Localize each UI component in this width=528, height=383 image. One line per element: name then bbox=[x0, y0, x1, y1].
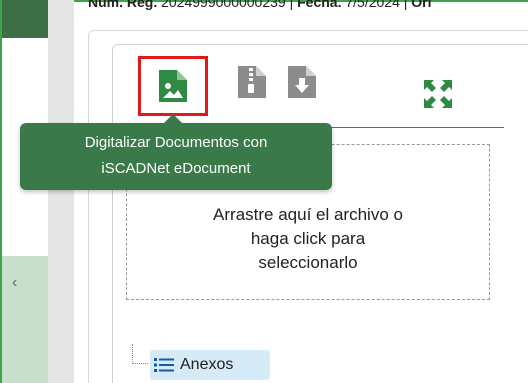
separator: | bbox=[403, 0, 408, 10]
record-header: Núm. Reg. 2024999000000239 | Fecha. 7/5/… bbox=[88, 0, 528, 14]
tooltip-arrow bbox=[164, 114, 182, 123]
download-file-icon bbox=[288, 66, 316, 98]
tooltip-line-2: iSCADNet eDocument bbox=[101, 160, 251, 177]
tooltip: Digitalizar Documentos con iSCADNet eDoc… bbox=[20, 123, 332, 190]
scroll-strip bbox=[48, 0, 74, 383]
separator: | bbox=[289, 0, 294, 10]
reg-value: 2024999000000239 bbox=[161, 0, 286, 10]
expand-arrows-icon bbox=[424, 80, 452, 108]
tooltip-line-1: Digitalizar Documentos con bbox=[84, 134, 268, 151]
tree-connector bbox=[132, 344, 148, 364]
expand-button[interactable] bbox=[420, 74, 456, 114]
date-value: 7/5/2024 bbox=[345, 0, 400, 10]
list-icon bbox=[154, 358, 174, 372]
zip-file-icon bbox=[238, 66, 266, 98]
dropzone-text: Arrastre aquí el archivo o haga click pa… bbox=[126, 203, 490, 275]
dropzone-line-2: haga click para bbox=[250, 229, 366, 248]
sidebar-collapse-area[interactable] bbox=[2, 256, 48, 383]
date-label: Fecha. bbox=[297, 0, 342, 10]
annexes-label: Anexos bbox=[180, 356, 234, 373]
image-file-icon bbox=[159, 70, 187, 102]
tree-node-annexes[interactable]: Anexos bbox=[150, 350, 270, 380]
left-sidebar: ‹ bbox=[2, 0, 48, 383]
digitalize-button[interactable] bbox=[138, 56, 208, 116]
sidebar-header bbox=[2, 0, 48, 38]
trailing-label: Ori bbox=[411, 0, 432, 10]
zip-button[interactable] bbox=[234, 62, 270, 102]
reg-label: Núm. Reg. bbox=[88, 0, 158, 10]
dropzone-line-1: Arrastre aquí el archivo o bbox=[213, 205, 403, 224]
chevron-left-icon[interactable]: ‹ bbox=[12, 274, 17, 292]
download-button[interactable] bbox=[284, 62, 320, 102]
dropzone-line-3: seleccionarlo bbox=[258, 253, 358, 272]
